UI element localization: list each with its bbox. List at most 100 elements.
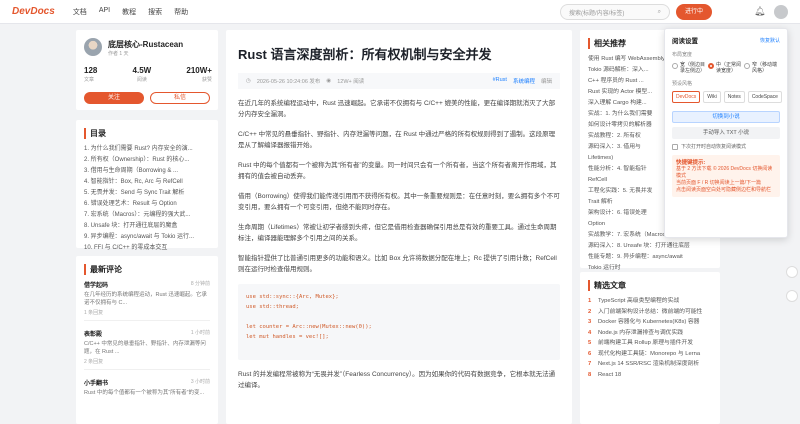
width-option-narrow[interactable]: 窄（移动端风格） (744, 62, 780, 74)
comment-user[interactable]: 表彰殿 (84, 329, 102, 338)
toc-item[interactable]: 4. 智能指针：Box, Rc, Arc 与 RefCell (84, 177, 210, 188)
comment-item[interactable]: 表彰殿 1 小时前 C/C++ 中常见的悬垂指针、野指针、内存泄漏等问题，在 Ru… (84, 329, 210, 370)
comment-replies[interactable]: 1 条回复 (84, 309, 210, 316)
edit-link[interactable]: 编辑 (541, 77, 552, 85)
pick-item[interactable]: 8 React 18 (588, 370, 712, 381)
clock-icon: ◷ (246, 78, 251, 84)
toc-item[interactable]: 3. 借用与生命周期（Borrowing & ... (84, 166, 210, 177)
related-item[interactable]: 源码深入：8. Unsafe 块：打开通往底层 (588, 241, 712, 252)
radio-dot-selected[interactable] (708, 63, 714, 69)
shortcut-tips: 快捷键提示: 基于 2 方法下载 © 2026 DevDocs 切换阅读模式 当… (672, 155, 780, 197)
search-input[interactable]: 搜索(标题/内容/标签) ⌕ (560, 4, 670, 20)
pick-item[interactable]: 5 前端构建工具 Rollup 原理与插件开发 (588, 338, 712, 349)
article-paragraph: Rust 中的每个值都有一个被称为其“所有者”的变量。同一时间只会有一个所有者，… (238, 162, 557, 180)
pick-item[interactable]: 7 Next.js 14 SSR/RSC 渲染机制深度剖析 (588, 359, 712, 370)
nav-item-docs[interactable]: 文档 (73, 7, 87, 17)
pick-rank: 5 (588, 340, 592, 346)
toc-item[interactable]: 2. 所有权（Ownership）：Rust 的核心... (84, 155, 210, 166)
write-button[interactable]: 进行中 (676, 4, 712, 20)
table-of-contents: 目录 1. 为什么我们需要 Rust? 内存安全的演... 2. 所有权（Own… (76, 120, 218, 251)
toc-item[interactable]: 8. Unsafe 块：打开通往底层的魔盒 (84, 221, 210, 232)
article-tags: #Rust 系统编程 编辑 (493, 77, 552, 85)
search-placeholder: 搜索(标题/内容/标签) (569, 10, 625, 17)
stat-label: 获赞 (201, 77, 212, 83)
comment-user[interactable]: 借学起码 (84, 280, 108, 289)
nav-item-help[interactable]: 帮助 (174, 7, 188, 17)
article-paragraph: 在近几年的系统编程运动中，Rust 迅速崛起。它承诺不仅拥有与 C/C++ 媲美… (238, 100, 556, 118)
toc-title: 目录 (84, 128, 210, 139)
radio-dot[interactable] (672, 63, 678, 69)
comment-item[interactable]: 小手翻书 3 小时前 Rust 中的每个值都有一个被称为其“所有者”的变... (84, 378, 210, 401)
toc-item[interactable]: 1. 为什么我们需要 Rust? 内存安全的演... (84, 144, 210, 155)
toc-item[interactable]: 9. 异步编程：async/await 与 Tokio 运行... (84, 232, 210, 243)
preset-devdocs[interactable]: DevDocs (672, 91, 701, 103)
eye-icon: ◉ (326, 78, 332, 84)
site-logo[interactable]: DevDocs (12, 6, 55, 17)
nav-item-search[interactable]: 搜索 (148, 7, 162, 17)
pick-item[interactable]: 1 TypeScript 高级类型编程的实战 (588, 296, 712, 307)
view-count: 12W+ 阅读 (337, 79, 365, 85)
toc-item[interactable]: 10. FFI 与 C/C++ 的零成本交互 (84, 243, 210, 254)
toc-item[interactable]: 6. 错误处理艺术：Result 与 Option (84, 199, 210, 210)
width-option-wide[interactable]: 宽（侧边目录左侧边） (672, 62, 708, 74)
width-option-medium[interactable]: 中（正常阅读宽度） (708, 62, 744, 74)
publish-date: 2026-05-26 10:24:06 发布 (256, 79, 321, 85)
pick-label: React 18 (598, 371, 622, 378)
comment-user[interactable]: 小手翻书 (84, 378, 108, 387)
nav-item-tutorials[interactable]: 教程 (122, 7, 136, 17)
search-icon[interactable]: ⌕ (658, 9, 661, 16)
code-line: use std::thread; (246, 304, 299, 310)
switch-to-novel-button[interactable]: 切换到小说 (672, 111, 780, 123)
radio-label: 窄（移动端风格） (752, 62, 778, 74)
checkbox-box[interactable] (672, 143, 678, 150)
toc-item[interactable]: 5. 无畏并发：Send 与 Sync Trait 解析 (84, 188, 210, 199)
import-txt-button[interactable]: 手动导入 TXT 小说 (672, 127, 780, 139)
pick-label: Next.js 14 SSR/RSC 渲染机制深度剖析 (598, 361, 700, 367)
comment-text: Rust 中的每个值都有一个被称为其“所有者”的变... (84, 390, 205, 396)
stat-value: 210W+ (186, 66, 212, 75)
bell-icon[interactable]: 🔔︎ (754, 6, 765, 17)
preset-notes[interactable]: Notes (723, 91, 745, 103)
preset-codespace[interactable]: CodeSpace (747, 91, 782, 103)
pick-item[interactable]: 4 Node.js 内存泄漏排查与调优实践 (588, 328, 712, 339)
radio-dot[interactable] (744, 63, 750, 69)
comment-text: C/C++ 中常见的悬垂指针、野指针、内存泄漏等问题，在 Rust ... (84, 341, 206, 355)
stat-value: 4.5W (132, 66, 152, 75)
feedback-button[interactable] (786, 290, 798, 302)
nav-item-api[interactable]: API (99, 7, 110, 17)
article-meta-bar: ◷ 2026-05-26 10:24:06 发布 ◉ 12W+ 阅读 #Rust… (238, 73, 560, 89)
pick-item[interactable]: 3 Docker 容器化与 Kubernetes(K8s) 容器 (588, 317, 712, 328)
tag-rust[interactable]: #Rust (493, 77, 507, 85)
pick-label: 入门前端架构设计总结：微前端的可能性 (598, 308, 703, 315)
article-paragraph: 借用（Borrowing）使得我们能传递引用而不获得所有权。其中一条重要规则是：… (238, 193, 560, 211)
preset-group: DevDocs Wiki Notes CodeSpace (672, 91, 782, 103)
user-avatar[interactable] (774, 5, 788, 19)
related-item[interactable]: 性能专题：9. 异步编程：async/await (588, 252, 712, 263)
author-profile-card: 底层核心-Rustacean 作者 1 天 128 文章 4.5W 阅读 210… (76, 30, 218, 110)
follow-button[interactable]: 关注 (84, 92, 144, 104)
pick-rank: 7 (588, 361, 592, 367)
auto-restore-checkbox[interactable]: 下次打开时自动恢复阅读模式 (672, 143, 780, 150)
back-to-top-button[interactable] (786, 266, 798, 278)
pick-item[interactable]: 6 现代化构建工具链：Monorepo 与 Lerna (588, 349, 712, 360)
comment-time: 3 小时前 (190, 379, 210, 385)
reset-defaults-link[interactable]: 恢复默认 (760, 37, 780, 44)
reading-settings-panel: 阅读设置 恢复默认 布局宽度 宽（侧边目录左侧边） 中（正常阅读宽度） 窄（移动… (664, 28, 788, 238)
tag-systems[interactable]: 系统编程 (513, 77, 535, 85)
comment-replies[interactable]: 2 条回复 (84, 358, 210, 365)
pick-label: 前端构建工具 Rollup 原理与插件开发 (598, 340, 694, 346)
article-paragraph: 智能指针提供了比普通引用更多的功能和语义。比如 Box 允许将数据分配在堆上；R… (238, 255, 557, 273)
top-navigation-bar: DevDocs 文档 API 教程 搜索 帮助 搜索(标题/内容/标签) ⌕ 进… (0, 0, 800, 24)
author-avatar[interactable] (84, 38, 102, 56)
pick-rank: 4 (588, 329, 592, 336)
code-block[interactable]: use std::sync::{Arc, Mutex}; use std::th… (238, 284, 560, 360)
pick-item[interactable]: 2 入门前端架构设计总结：微前端的可能性 (588, 307, 712, 318)
toc-item[interactable]: 7. 宏系统（Macros）：元编程的强大武... (84, 210, 210, 221)
comment-item[interactable]: 借学起码 8 分钟前 在几年经历的系统编程运动，Rust 迅速崛起。它承诺不仅拥有… (84, 280, 210, 321)
author-name[interactable]: 底层核心-Rustacean (108, 39, 183, 50)
preset-wiki[interactable]: Wiki (703, 91, 721, 103)
message-button[interactable]: 私信 (150, 92, 210, 104)
stat-likes: 210W+ 获赞 (186, 66, 212, 83)
comments-title: 最新评论 (84, 264, 210, 275)
